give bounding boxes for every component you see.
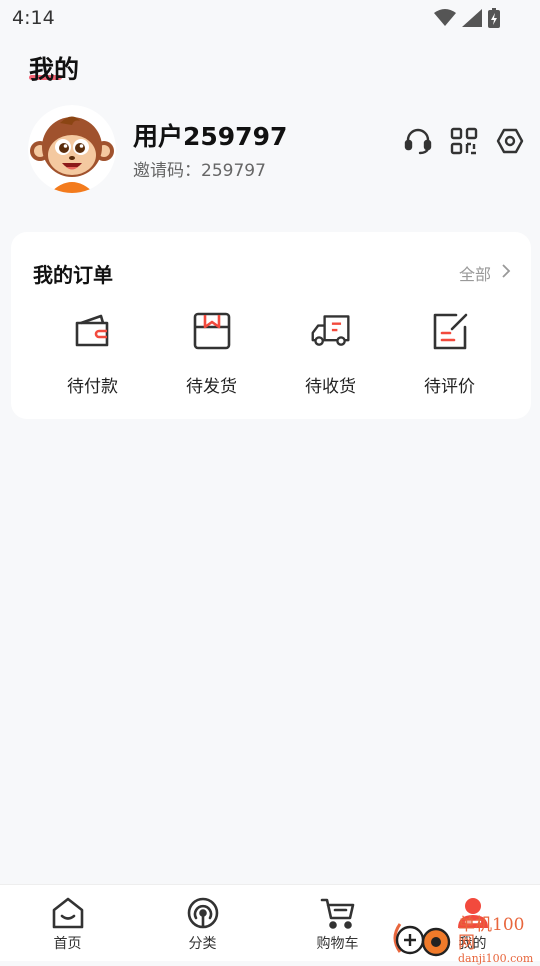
orders-title: 我的订单 [33, 263, 113, 287]
chevron-right-icon [501, 263, 511, 283]
order-item-label: 待付款 [67, 377, 118, 397]
review-icon [429, 310, 471, 352]
username: 用户259797 [133, 122, 288, 151]
nav-label: 购物车 [316, 936, 359, 952]
order-status-list: 待付款 待发货 待收货 待评价 [33, 310, 509, 397]
order-item-label: 待发货 [186, 377, 237, 397]
qrcode-icon [450, 127, 478, 159]
headset-icon [402, 125, 434, 161]
signal-icon [462, 9, 482, 31]
home-icon [50, 895, 86, 931]
nav-item-category[interactable]: 分类 [135, 885, 270, 961]
invite-code[interactable]: 259797 [201, 161, 266, 181]
status-time: 4:14 [12, 7, 55, 29]
wallet-icon [72, 310, 114, 352]
status-icons [434, 8, 500, 32]
invite-code-row: 邀请码：259797 [133, 156, 266, 181]
battery-icon [488, 8, 500, 32]
order-item-label: 待评价 [424, 377, 475, 397]
invite-label: 邀请码： [133, 161, 201, 181]
nav-item-home[interactable]: 首页 [0, 885, 135, 961]
truck-icon [310, 310, 352, 352]
qrcode-button[interactable] [448, 127, 480, 159]
watermark: 单机100网 danji100.com [390, 912, 540, 965]
view-all-label: 全部 [458, 265, 491, 284]
order-item-pending-shipment[interactable]: 待发货 [152, 310, 271, 397]
profile-actions [402, 127, 526, 159]
gear-icon [495, 126, 525, 160]
watermark-text: 单机100网 danji100.com [458, 916, 540, 966]
page-title: 我的 [29, 55, 80, 84]
settings-button[interactable] [494, 127, 526, 159]
nav-label: 首页 [53, 936, 82, 952]
order-item-pending-review[interactable]: 待评价 [390, 310, 509, 397]
watermark-url: danji100.com [458, 952, 534, 965]
order-item-pending-receipt[interactable]: 待收货 [271, 310, 390, 397]
category-icon [185, 895, 221, 931]
status-bar: 4:14 [0, 0, 540, 36]
order-item-label: 待收货 [305, 377, 356, 397]
nav-item-cart[interactable]: 购物车 [270, 885, 405, 961]
cart-icon [320, 895, 356, 931]
avatar[interactable] [28, 105, 116, 193]
nav-label: 分类 [188, 936, 217, 952]
order-item-pending-payment[interactable]: 待付款 [33, 310, 152, 397]
orders-card: 我的订单 全部 待付款 待发货 待收货 待评价 [11, 232, 531, 419]
customer-service-button[interactable] [402, 127, 434, 159]
wifi-icon [434, 9, 456, 31]
watermark-title: 单机100网 [458, 915, 525, 953]
watermark-logo-icon [390, 918, 458, 958]
package-icon [191, 310, 233, 352]
orders-view-all[interactable]: 全部 [459, 261, 511, 285]
